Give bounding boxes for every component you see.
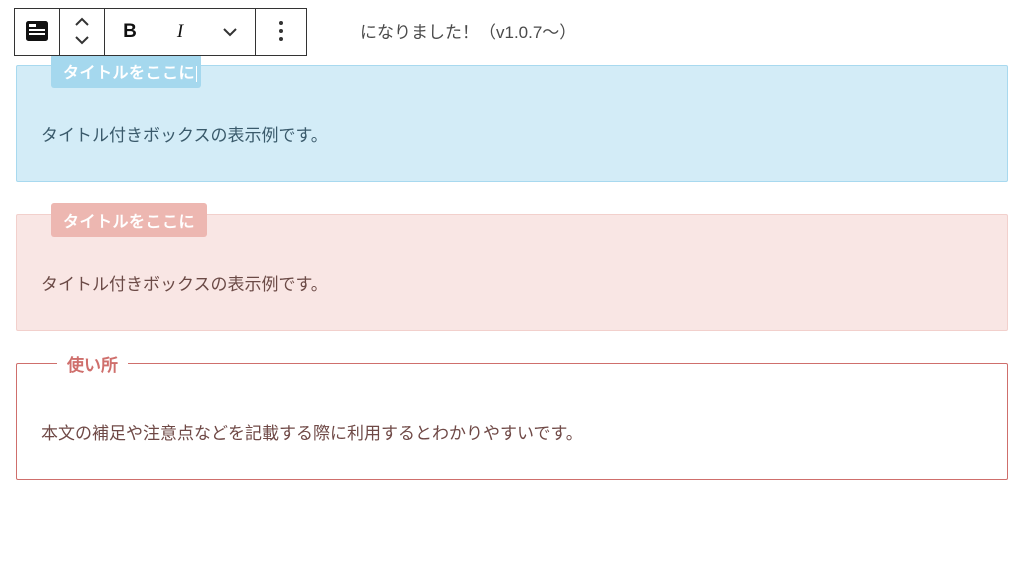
bold-icon: B: [123, 21, 137, 43]
titled-box-blue[interactable]: タイトルをここに タイトル付きボックスの表示例です。: [16, 65, 1008, 182]
box-title[interactable]: タイトルをここに: [51, 54, 201, 88]
box-body[interactable]: 本文の補足や注意点などを記載する際に利用するとわかりやすいです。: [41, 420, 983, 449]
italic-icon: I: [177, 21, 183, 43]
box-title[interactable]: タイトルをここに: [51, 203, 207, 237]
chevron-down-icon: [74, 32, 90, 50]
move-down-button[interactable]: [74, 32, 90, 50]
box-body[interactable]: タイトル付きボックスの表示例です。: [41, 122, 983, 151]
move-up-button[interactable]: [74, 14, 90, 32]
chevron-down-icon: [222, 25, 238, 40]
bold-button[interactable]: B: [105, 9, 155, 55]
titled-box-pink[interactable]: タイトルをここに タイトル付きボックスの表示例です。: [16, 214, 1008, 331]
block-mover: [60, 9, 104, 55]
titled-box-outline[interactable]: 使い所 本文の補足や注意点などを記載する際に利用するとわかりやすいです。: [16, 363, 1008, 480]
options-button[interactable]: [256, 9, 306, 55]
block-card-icon: [26, 21, 48, 44]
more-format-button[interactable]: [205, 9, 255, 55]
content-area: タイトルをここに タイトル付きボックスの表示例です。 タイトルをここに タイトル…: [16, 65, 1008, 504]
kebab-icon: [278, 20, 284, 45]
block-type-button[interactable]: [15, 9, 59, 55]
chevron-up-icon: [74, 14, 90, 32]
italic-button[interactable]: I: [155, 9, 205, 55]
block-toolbar: B I: [14, 8, 307, 56]
page-heading-fragment: になりました！（v1.0.7〜）: [360, 18, 576, 43]
box-body[interactable]: タイトル付きボックスの表示例です。: [41, 271, 983, 300]
box-title[interactable]: 使い所: [57, 351, 128, 376]
